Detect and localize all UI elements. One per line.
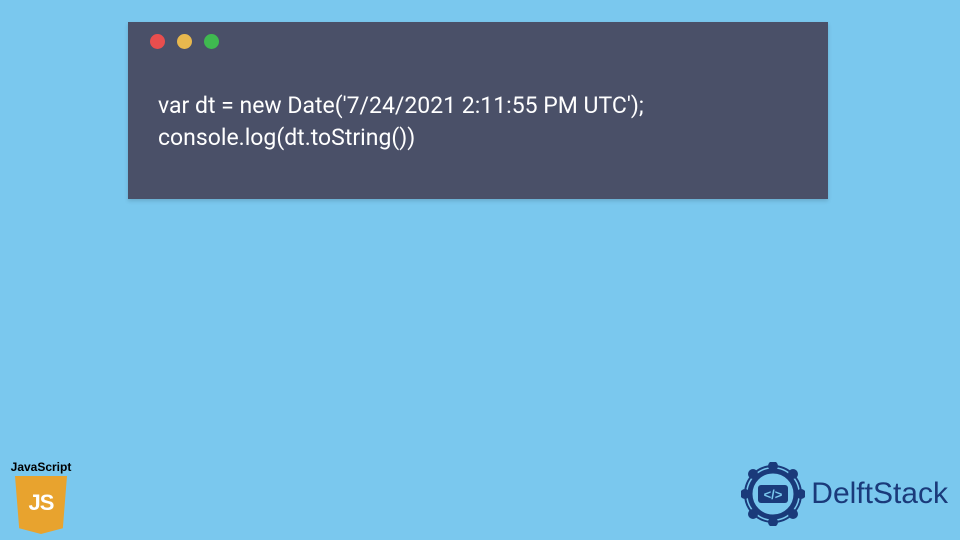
minimize-icon[interactable] (177, 34, 192, 49)
javascript-shield-text: JS (29, 490, 54, 516)
javascript-label: JavaScript (6, 460, 76, 474)
javascript-badge: JavaScript JS (6, 460, 76, 534)
code-line-1: var dt = new Date('7/24/2021 2:11:55 PM … (158, 92, 644, 119)
code-line-2: console.log(dt.toString()) (158, 124, 415, 151)
window-titlebar (128, 22, 828, 60)
code-window: var dt = new Date('7/24/2021 2:11:55 PM … (128, 22, 828, 199)
delftstack-logo: </> DelftStack (741, 462, 948, 526)
javascript-shield-icon: JS (15, 476, 67, 534)
delftstack-gear-icon: </> (741, 462, 805, 526)
svg-text:</>: </> (764, 487, 783, 502)
code-block: var dt = new Date('7/24/2021 2:11:55 PM … (128, 60, 828, 199)
delftstack-text: DelftStack (811, 477, 948, 511)
close-icon[interactable] (150, 34, 165, 49)
maximize-icon[interactable] (204, 34, 219, 49)
